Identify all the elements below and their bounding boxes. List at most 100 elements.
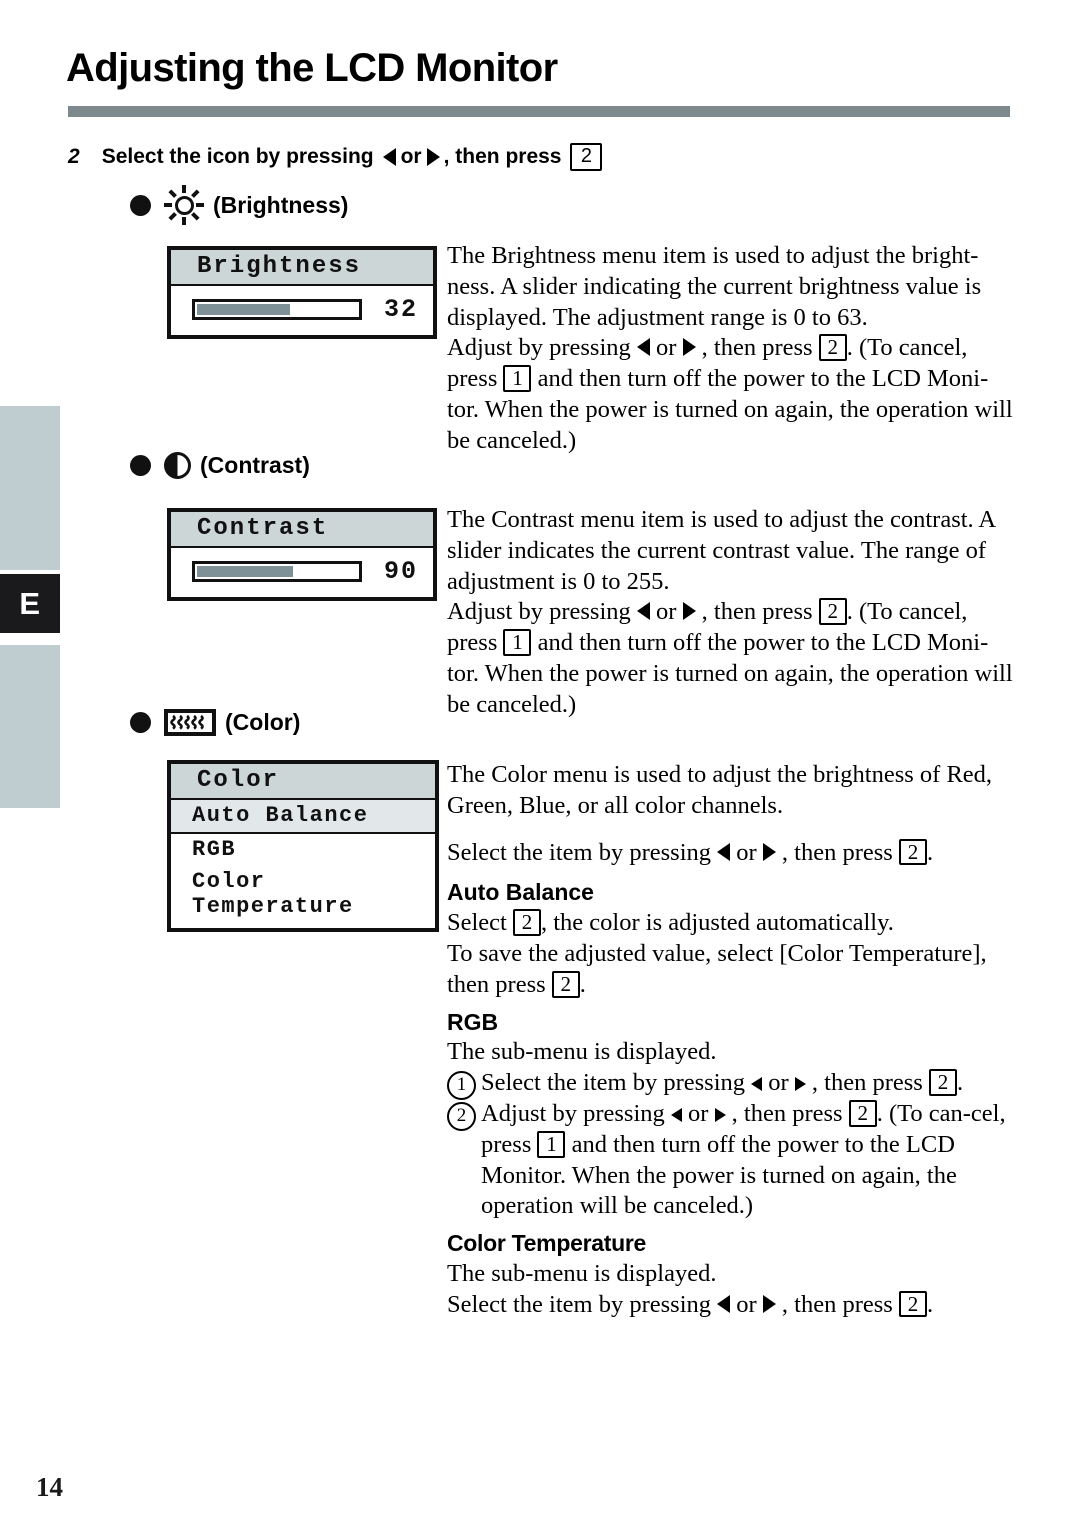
arrow-left-icon	[636, 602, 650, 621]
osd-item-auto-balance[interactable]: Auto Balance	[171, 800, 435, 834]
bullet-dot	[130, 455, 151, 476]
rgb-step-1: 1 Select the item by pressing or , then …	[447, 1068, 1017, 1101]
color-bars-icon	[164, 709, 216, 736]
key-2: 2	[898, 1290, 927, 1318]
section-label-contrast: (Contrast)	[200, 452, 310, 478]
contrast-description: The Contrast menu item is used to adjust…	[447, 506, 995, 595]
osd-item-rgb[interactable]: RGB	[171, 834, 435, 866]
key-2: 2	[818, 598, 847, 626]
list-marker-2: 2	[447, 1101, 476, 1131]
arrow-left-icon	[636, 338, 650, 357]
brightness-value: 32	[384, 295, 419, 324]
adjust-lead: Adjust by pressing	[447, 598, 631, 626]
key-2: 2	[818, 334, 847, 362]
adjust-second-lead: press	[447, 365, 498, 393]
adjust-after-key: . (To cancel,	[846, 334, 968, 362]
arrow-left-icon	[382, 147, 396, 166]
key-1: 1	[537, 1130, 566, 1158]
arrow-right-icon	[794, 1077, 806, 1092]
title-rule	[68, 106, 1010, 117]
brightness-description: The Brightness menu item is used to adju…	[447, 242, 982, 331]
arrow-right-icon	[682, 338, 696, 357]
arrow-left-icon	[670, 1107, 682, 1122]
page-title: Adjusting the LCD Monitor	[66, 46, 558, 90]
or-word: or	[736, 1290, 757, 1318]
margin-tab-lower	[0, 645, 60, 808]
contrast-slider[interactable]	[192, 561, 362, 582]
step-text-after: , then press	[443, 144, 562, 168]
key-2: 2	[570, 143, 603, 171]
osd-item-color-temperature[interactable]: Color Temperature	[171, 866, 435, 928]
section-heading-brightness: (Brightness)	[130, 185, 348, 225]
arrow-right-icon	[426, 147, 440, 166]
select-tail: .	[926, 838, 934, 866]
or-word: or	[656, 598, 677, 626]
step-number: 2	[68, 144, 80, 168]
contrast-slider-fill	[197, 566, 293, 577]
adjust-tail: and then turn off the power to the LCD M…	[447, 629, 1013, 718]
margin-tab-letter: E	[0, 574, 60, 633]
margin-tab-letter-text: E	[19, 585, 41, 621]
brightness-slider-fill	[197, 304, 290, 315]
adjust-tail: and then turn off the power to the LCD M…	[447, 365, 1013, 454]
key-2: 2	[928, 1069, 957, 1096]
line-tail: .	[579, 970, 586, 998]
osd-title-contrast: Contrast	[171, 512, 433, 548]
arrow-right-icon	[762, 842, 776, 861]
or-word: or	[736, 838, 757, 866]
key-1: 1	[503, 629, 532, 656]
margin-tab-upper	[0, 406, 60, 570]
or-word: or	[768, 1069, 789, 1097]
key-2: 2	[551, 970, 580, 998]
body-text-contrast: The Contrast menu item is used to adjust…	[447, 505, 1017, 721]
select-mid: , then press	[781, 838, 893, 866]
contrast-value: 90	[384, 557, 419, 586]
arrow-left-icon	[717, 842, 731, 861]
key-2: 2	[513, 909, 541, 936]
adjust-mid: , then press	[701, 334, 813, 362]
step-mid: , then press	[731, 1099, 843, 1127]
osd-contrast: Contrast 90	[167, 508, 437, 601]
osd-title-color: Color	[171, 764, 435, 800]
rgb-intro: The sub-menu is displayed.	[447, 1038, 717, 1066]
step-mid: , then press	[811, 1069, 923, 1097]
section-label-brightness: (Brightness)	[213, 191, 349, 218]
arrow-right-icon	[714, 1107, 726, 1122]
body-text-brightness: The Brightness menu item is used to adju…	[447, 241, 1017, 457]
section-heading-contrast: (Contrast)	[130, 452, 310, 479]
bullet-dot	[130, 712, 151, 733]
or-word: or	[688, 1099, 709, 1127]
list-marker-1: 1	[447, 1071, 476, 1101]
key-2: 2	[848, 1099, 877, 1127]
arrow-right-icon	[682, 602, 696, 621]
brightness-slider[interactable]	[192, 299, 362, 320]
line-tail: , the color is adjusted automatically.	[541, 909, 894, 937]
body-text-color: The Color menu is used to adjust the bri…	[447, 760, 1017, 1321]
sun-icon	[164, 185, 204, 225]
adjust-second-lead: press	[447, 629, 498, 657]
osd-brightness: Brightness 32	[167, 246, 437, 339]
color-temperature-intro: The sub-menu is displayed.	[447, 1259, 717, 1287]
contrast-adjust-line: Adjust by pressing or , then press 2. (T…	[447, 597, 1017, 720]
adjust-after-key: . (To cancel,	[846, 598, 968, 626]
key-1: 1	[503, 365, 532, 392]
select-lead: Select the item by pressing	[447, 838, 711, 866]
brightness-adjust-line: Adjust by pressing or , then press 2. (T…	[447, 333, 1017, 456]
step-tail: .	[956, 1069, 964, 1097]
color-description: The Color menu is used to adjust the bri…	[447, 761, 993, 819]
step-text-before: Select the icon by pressing	[101, 144, 374, 168]
select-mid: , then press	[781, 1290, 893, 1318]
adjust-mid: , then press	[701, 598, 813, 626]
subsection-title-rgb: RGB	[447, 1008, 499, 1035]
arrow-left-icon	[717, 1294, 731, 1313]
osd-slider-row-brightness: 32	[171, 286, 433, 335]
step-or-word: or	[400, 144, 422, 168]
subsection-title-auto-balance: Auto Balance	[447, 879, 594, 906]
subsection-title-color-temperature: Color Temperature	[447, 1230, 646, 1257]
color-temperature-select-line: Select the item by pressing or , then pr…	[447, 1290, 1017, 1321]
step-lead: Select the item by pressing	[481, 1069, 745, 1097]
osd-title-brightness: Brightness	[171, 250, 433, 286]
page-number: 14	[36, 1472, 63, 1502]
auto-balance-line-1: Select 2, the color is adjusted automati…	[447, 908, 1017, 939]
color-select-line: Select the item by pressing or , then pr…	[447, 838, 1017, 869]
